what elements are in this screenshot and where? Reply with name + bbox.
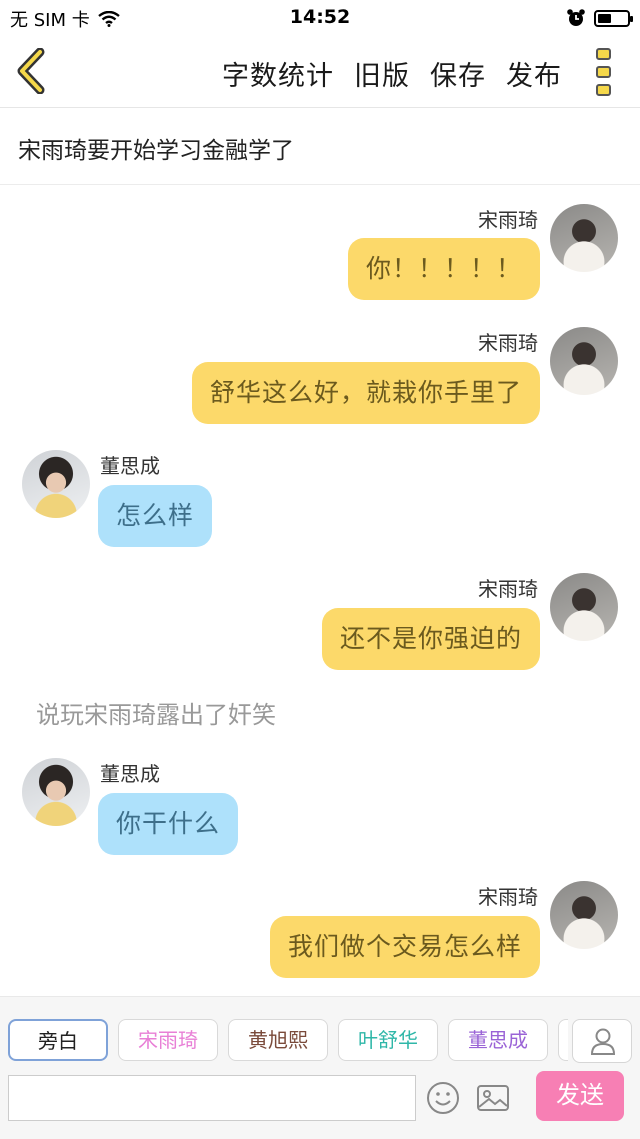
message-bubble[interactable]: 怎么样 [98,485,213,547]
message-input[interactable] [8,1075,416,1121]
message-bubble[interactable]: 还不是你强迫的 [321,608,540,670]
avatar[interactable] [550,573,618,641]
battery-icon [594,9,633,27]
publish-button[interactable]: 发布 [506,54,562,93]
composer-panel: 旁白 宋雨琦 黄旭熙 叶舒华 董思成 苏 发送 [0,996,640,1139]
role-tab[interactable]: 黄旭熙 [228,1019,328,1061]
image-button[interactable] [476,1083,510,1113]
battery-level [598,13,611,23]
word-count-button[interactable]: 字数统计 [222,54,334,93]
status-time: 14:52 [289,6,351,28]
emoji-button[interactable] [426,1081,460,1115]
sender-name: 宋雨琦 [478,577,538,601]
narration-text[interactable]: 说玩宋雨琦露出了奸笑 [36,695,276,730]
person-icon [590,1028,616,1055]
avatar[interactable] [22,758,90,826]
message-bubble[interactable]: 我们做个交易怎么样 [269,916,540,978]
role-tab[interactable]: 叶舒华 [338,1019,438,1061]
sender-name: 董思成 [100,454,160,478]
message-bubble[interactable]: 舒华这么好，就栽你手里了 [191,362,540,424]
avatar[interactable] [550,881,618,949]
sender-name: 宋雨琦 [478,331,538,355]
avatar[interactable] [22,450,90,518]
story-title-row[interactable]: 宋雨琦要开始学习金融学了 [0,109,640,185]
alarm-icon [567,9,585,26]
sender-name: 宋雨琦 [478,885,538,909]
more-menu-button[interactable] [596,48,616,96]
back-chevron-icon [17,47,45,95]
message-bubble[interactable]: 你干什么 [98,793,239,855]
save-button[interactable]: 保存 [430,54,486,93]
role-tab[interactable]: 宋雨琦 [118,1019,218,1061]
message-list[interactable]: 宋雨琦 你！！！！！ 宋雨琦 舒华这么好，就栽你手里了 董思成 怎么样 宋雨琦 … [0,186,640,996]
nav-actions: 字数统计 旧版 保存 发布 [222,54,562,93]
nav-bar: 字数统计 旧版 保存 发布 [0,36,640,108]
message-bubble[interactable]: 你！！！！！ [347,238,540,300]
story-title: 宋雨琦要开始学习金融学了 [18,138,294,164]
image-icon [477,1085,509,1111]
more-icon-dot [596,48,611,60]
avatar[interactable] [550,327,618,395]
emoji-icon [427,1082,459,1114]
role-tab[interactable]: 董思成 [448,1019,548,1061]
sender-name: 董思成 [100,762,160,786]
old-version-button[interactable]: 旧版 [354,54,410,93]
status-indicators [566,8,633,28]
role-selector: 旁白 宋雨琦 黄旭熙 叶舒华 董思成 苏 [8,1019,568,1063]
send-button[interactable]: 发送 [536,1071,624,1121]
role-tab-narrator[interactable]: 旁白 [8,1019,108,1061]
more-icon-dot [596,66,611,78]
role-tab[interactable]: 苏 [558,1019,568,1061]
avatar[interactable] [550,204,618,272]
role-manage-button[interactable] [572,1019,632,1063]
back-button[interactable] [10,47,56,95]
more-icon-dot [596,84,611,96]
status-bar: 无 SIM 卡 14:52 [0,0,640,36]
sender-name: 宋雨琦 [478,208,538,232]
